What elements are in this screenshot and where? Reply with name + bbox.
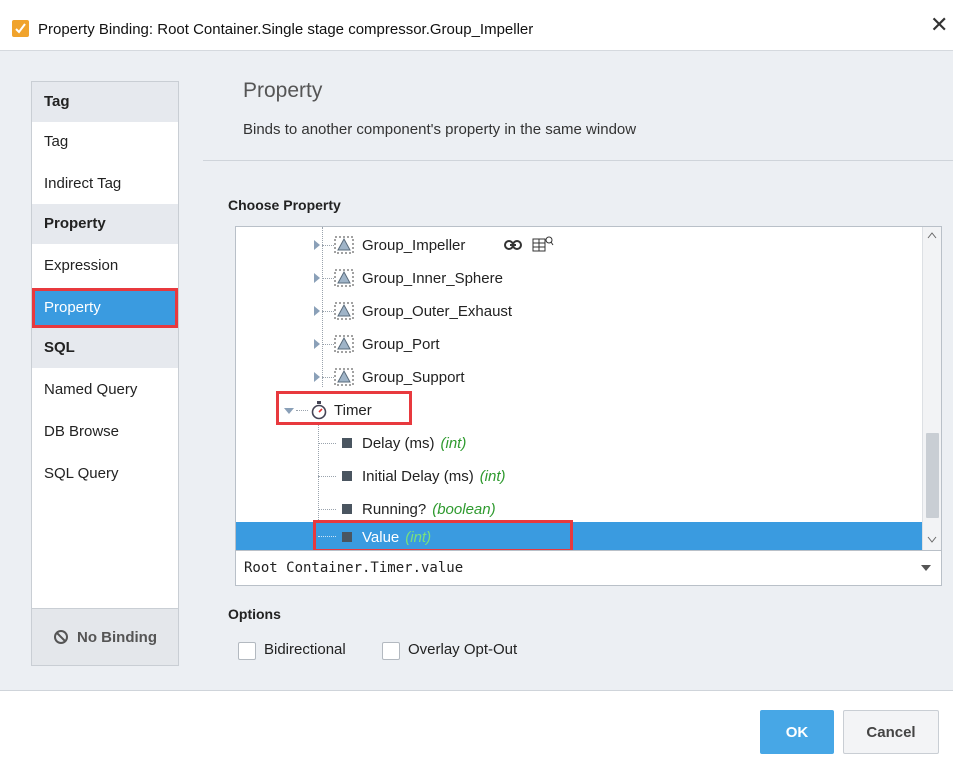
tree-node-group-outer-exhaust[interactable]: Group_Outer_Exhaust [236,295,922,328]
property-icon [342,504,352,514]
dropdown-arrow-icon[interactable] [921,565,931,571]
tree-node-group-impeller[interactable]: Group_Impeller [236,229,922,262]
group-icon [334,302,354,320]
ok-button[interactable]: OK [760,710,834,754]
panel-title: Property [243,79,323,102]
panel-description: Binds to another component's property in… [243,121,637,138]
cancel-button[interactable]: Cancel [843,710,939,754]
tree-node-group-inner-sphere[interactable]: Group_Inner_Sphere [236,262,922,295]
tree-node-label: Group_Inner_Sphere [362,270,503,287]
dialog-body: Tag Tag Indirect Tag Property Expression… [0,50,953,690]
close-icon[interactable]: ✕ [930,14,948,36]
panel-header: Property Binds to another component's pr… [203,51,953,161]
expand-arrow-icon[interactable] [312,339,322,349]
sidebar-item-db-browse[interactable]: DB Browse [32,412,178,452]
choose-property-label: Choose Property [228,197,341,213]
title-bar: Property Binding: Root Container.Single … [0,0,953,50]
no-binding-button[interactable]: No Binding [31,608,179,666]
property-icon [342,532,352,542]
category-sql: SQL [32,328,178,368]
property-icon [342,438,352,448]
tree-scrollbar[interactable] [922,227,941,550]
bidirectional-label: Bidirectional [264,641,346,658]
group-icon [334,269,354,287]
tree-node-label: Group_Impeller [362,237,466,254]
expand-arrow-icon[interactable] [312,273,322,283]
tree-node-label: Running? (boolean) [362,501,496,518]
binding-table-icon [532,236,554,252]
group-icon [334,368,354,386]
category-property: Property [32,204,178,244]
tree-node-label: Group_Support [362,369,465,386]
scroll-down-icon[interactable] [927,536,937,544]
dialog-footer: OK Cancel [0,690,953,767]
scroll-thumb[interactable] [926,433,939,518]
type-hint: (int) [479,468,506,485]
tree-node-label: Initial Delay (ms) (int) [362,468,506,485]
tree-node-value[interactable]: Value (int) [236,522,922,550]
binding-config-panel: Property Binds to another component's pr… [203,51,953,691]
tree-node-timer[interactable]: Timer [236,394,922,427]
tree-node-initial-delay[interactable]: Initial Delay (ms) (int) [236,460,922,493]
ban-icon [53,629,69,645]
property-icon [342,471,352,481]
sidebar-item-expression[interactable]: Expression [32,246,178,286]
expand-arrow-icon[interactable] [312,240,322,250]
tree-node-delay[interactable]: Delay (ms) (int) [236,427,922,460]
link-icon [504,240,522,250]
type-hint: (boolean) [432,501,496,518]
overlay-opt-out-label: Overlay Opt-Out [408,641,518,658]
bidirectional-checkbox[interactable] [238,642,256,660]
binding-type-list: Tag Tag Indirect Tag Property Expression… [31,81,179,647]
sidebar-item-sql-query[interactable]: SQL Query [32,454,178,494]
tree-node-label: Timer [334,402,372,419]
type-hint: (int) [405,528,432,546]
property-path-value: Root Container.Timer.value [244,560,464,576]
options-label: Options [228,606,281,622]
scroll-up-icon[interactable] [927,231,937,239]
sidebar-item-tag[interactable]: Tag [32,122,178,162]
app-logo-icon [12,20,29,37]
tree-node-label: Group_Outer_Exhaust [362,303,513,320]
window-title: Property Binding: Root Container.Single … [38,21,534,38]
sidebar-item-property[interactable]: Property [32,288,178,328]
tree-node-group-support[interactable]: Group_Support [236,361,922,394]
stopwatch-icon [311,401,327,420]
group-icon [334,335,354,353]
sidebar-item-named-query[interactable]: Named Query [32,370,178,410]
tree-node-group-port[interactable]: Group_Port [236,328,922,361]
tree-node-label: Group_Port [362,336,440,353]
tree-node-label: Value (int) [362,528,432,546]
property-path-field[interactable]: Root Container.Timer.value [235,551,942,586]
group-icon [334,236,354,254]
collapse-arrow-icon[interactable] [284,406,294,416]
property-tree[interactable]: Group_Impeller Group_Inner_Sphere Group_… [235,226,942,551]
overlay-opt-out-checkbox[interactable] [382,642,400,660]
sidebar-item-indirect-tag[interactable]: Indirect Tag [32,164,178,204]
category-tag: Tag [32,82,178,122]
expand-arrow-icon[interactable] [312,306,322,316]
type-hint: (int) [440,435,467,452]
expand-arrow-icon[interactable] [312,372,322,382]
no-binding-label: No Binding [77,628,157,646]
tree-node-label: Delay (ms) (int) [362,435,467,452]
